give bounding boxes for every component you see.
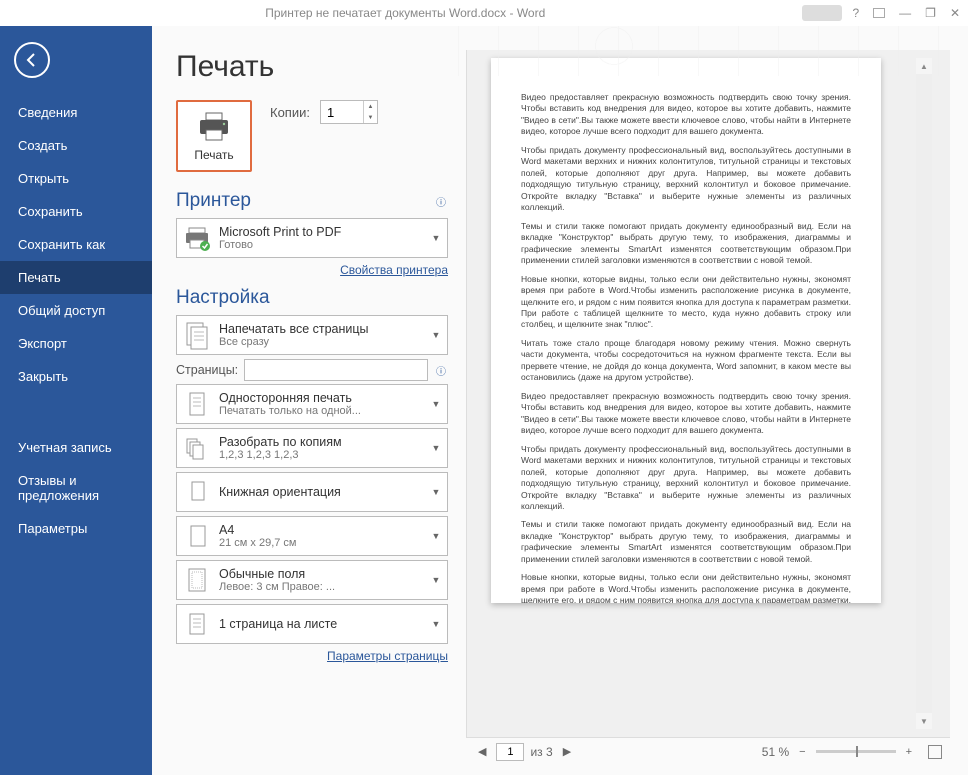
pages-input[interactable] [244,359,428,381]
prev-page-button[interactable]: ◀ [474,745,490,758]
printer-properties-link[interactable]: Свойства принтера [340,263,448,277]
copies-label: Копии: [270,105,310,120]
next-page-button[interactable]: ▶ [559,745,575,758]
chevron-down-icon: ▼ [429,619,443,629]
sidebar-item-open[interactable]: Открыть [0,162,152,195]
fit-to-window-button[interactable] [928,745,942,759]
chevron-down-icon: ▼ [429,575,443,585]
chevron-down-icon: ▼ [429,531,443,541]
copies-field[interactable] [321,101,363,123]
page-setup-link[interactable]: Параметры страницы [327,649,448,663]
chevron-down-icon: ▼ [429,443,443,453]
scroll-up-icon[interactable]: ▲ [916,58,932,74]
back-button[interactable] [14,42,50,78]
help-button[interactable]: ? [852,6,859,20]
paper-size-icon [181,520,213,552]
copies-down-icon[interactable]: ▼ [364,112,377,123]
pages-per-sheet-dropdown[interactable]: 1 страница на листе ▼ [176,604,448,644]
arrow-left-icon [24,52,40,68]
page-title: Печать [176,50,448,84]
page-number-input[interactable] [496,743,524,761]
sidebar-item-print[interactable]: Печать [0,261,152,294]
chevron-down-icon: ▼ [429,330,443,340]
window-title: Принтер не печатает документы Word.docx … [8,6,802,20]
scroll-down-icon[interactable]: ▼ [916,713,932,729]
close-button[interactable]: ✕ [950,6,960,20]
sides-dropdown[interactable]: Односторонняя печать Печатать только на … [176,384,448,424]
one-page-icon [181,608,213,640]
chevron-down-icon: ▼ [429,487,443,497]
paper-size-dropdown[interactable]: A4 21 см x 29,7 см ▼ [176,516,448,556]
page-count-label: из 3 [530,745,552,759]
minimize-button[interactable]: — [899,6,911,20]
sidebar-item-save[interactable]: Сохранить [0,195,152,228]
printer-status-icon [181,222,213,254]
one-sided-icon [181,388,213,420]
chevron-down-icon: ▼ [429,399,443,409]
copies-input[interactable]: ▲ ▼ [320,100,378,124]
collate-icon [181,432,213,464]
print-button-label: Печать [194,148,233,162]
user-avatar[interactable] [802,5,842,21]
copies-up-icon[interactable]: ▲ [364,101,377,112]
preview-scrollbar[interactable]: ▲ ▼ [916,58,932,729]
printer-dropdown[interactable]: Microsoft Print to PDF Готово ▼ [176,218,448,258]
print-preview: Видео предоставляет прекрасную возможнос… [466,50,950,737]
preview-page: Видео предоставляет прекрасную возможнос… [491,58,881,603]
titlebar: Принтер не печатает документы Word.docx … [0,0,968,26]
sidebar-item-account[interactable]: Учетная запись [0,431,152,464]
sidebar-item-export[interactable]: Экспорт [0,327,152,360]
zoom-out-button[interactable]: − [795,746,809,758]
printer-name: Microsoft Print to PDF [219,225,423,239]
margins-dropdown[interactable]: Обычные поля Левое: 3 см Правое: ... ▼ [176,560,448,600]
backstage-sidebar: Сведения Создать Открыть Сохранить Сохра… [0,26,152,775]
print-what-dropdown[interactable]: Напечатать все страницы Все сразу ▼ [176,315,448,355]
settings-section-title: Настройка [176,287,270,309]
collate-dropdown[interactable]: Разобрать по копиям 1,2,3 1,2,3 1,2,3 ▼ [176,428,448,468]
info-icon[interactable]: ⓘ [434,194,448,208]
printer-status: Готово [219,239,423,251]
orientation-dropdown[interactable]: Книжная ориентация ▼ [176,472,448,512]
pages-all-icon [181,319,213,351]
pages-label: Страницы: [176,363,238,377]
zoom-in-button[interactable]: + [902,746,916,758]
zoom-percent: 51 % [762,745,789,759]
print-button[interactable]: Печать [176,100,252,172]
zoom-slider[interactable] [816,750,896,753]
preview-status-bar: ◀ из 3 ▶ 51 % − + [466,737,950,765]
sidebar-item-info[interactable]: Сведения [0,96,152,129]
sidebar-item-new[interactable]: Создать [0,129,152,162]
sidebar-item-feedback[interactable]: Отзывы и предложения [0,464,152,512]
chevron-down-icon: ▼ [429,233,443,243]
restore-button[interactable]: ❐ [925,6,936,20]
portrait-icon [181,476,213,508]
sidebar-item-saveas[interactable]: Сохранить как [0,228,152,261]
printer-section-title: Принтер [176,190,251,212]
sidebar-item-share[interactable]: Общий доступ [0,294,152,327]
printer-icon [196,112,232,142]
sidebar-item-options[interactable]: Параметры [0,512,152,545]
ribbon-options-icon[interactable] [873,8,885,18]
info-icon[interactable]: ⓘ [434,363,448,377]
sidebar-item-close[interactable]: Закрыть [0,360,152,393]
margins-icon [181,564,213,596]
